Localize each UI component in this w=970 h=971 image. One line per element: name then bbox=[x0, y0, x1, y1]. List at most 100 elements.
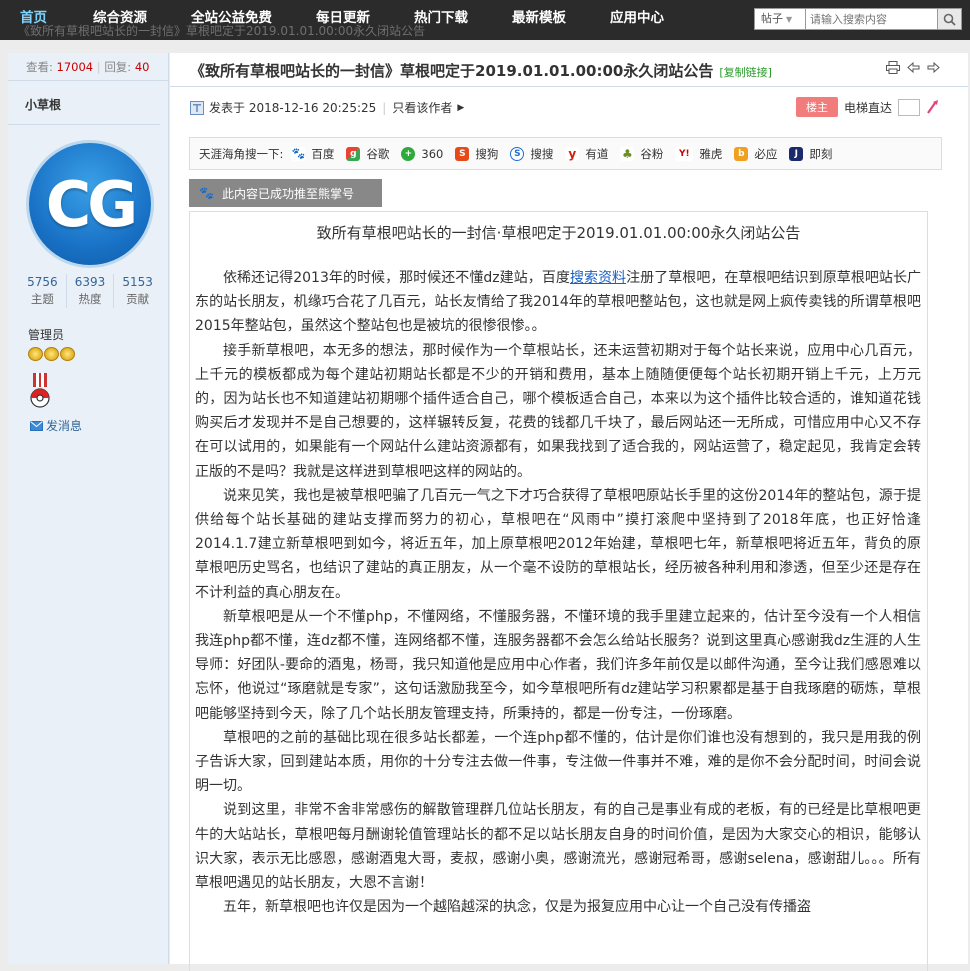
post-title-text: 《致所有草根吧站长的一封信》草根吧定于2019.01.01.00:00永久闭站公… bbox=[190, 62, 714, 80]
floor-controls: 楼主 电梯直达 bbox=[795, 97, 940, 117]
floor-badge: 楼主 bbox=[795, 97, 838, 117]
engine-sogou-label: 搜狗 bbox=[475, 146, 499, 161]
paragraph: 说来见笑，我也是被草根吧骗了几百元一气之下才巧合获得了草根吧原站长手里的这份20… bbox=[195, 487, 921, 601]
engine-google[interactable]: g 谷歌 bbox=[346, 146, 389, 162]
arrow-right-icon[interactable] bbox=[927, 61, 940, 74]
engine-soso[interactable]: S 搜搜 bbox=[510, 146, 553, 162]
count-heat-num: 6393 bbox=[74, 275, 106, 289]
search-button[interactable] bbox=[938, 8, 962, 30]
replies-label: 回复: bbox=[104, 60, 132, 74]
print-icon[interactable] bbox=[886, 61, 900, 74]
breadcrumb[interactable]: 《致所有草根吧站长的一封信》草根吧定于2019.01.01.00:00永久闭站公… bbox=[18, 22, 425, 39]
mail-icon bbox=[30, 420, 43, 431]
top-nav-bar: 首页 综合资源 全站公益免费 每日更新 热门下载 最新模板 应用中心 《致所有草… bbox=[0, 0, 970, 40]
google-icon: g bbox=[346, 146, 361, 161]
count-heat[interactable]: 6393 热度 bbox=[67, 274, 115, 308]
engine-sogou[interactable]: S 搜狗 bbox=[455, 146, 498, 162]
engine-youdao-label: 有道 bbox=[585, 146, 609, 161]
engine-jike[interactable]: J 即刻 bbox=[789, 146, 832, 162]
paw-icon: 🐾 bbox=[199, 186, 214, 200]
rank-stars bbox=[28, 347, 75, 361]
chevron-down-icon: ▼ bbox=[786, 15, 793, 24]
count-heat-label: 热度 bbox=[78, 292, 102, 306]
avatar-text: CG bbox=[45, 167, 138, 241]
nav-app-center[interactable]: 应用中心 bbox=[588, 0, 686, 38]
search-engines-label: 天涯海角搜一下: bbox=[199, 146, 284, 161]
push-button-label: 此内容已成功推至熊掌号 bbox=[221, 186, 354, 201]
search-box: 帖子 ▼ bbox=[754, 8, 962, 30]
gufen-icon: ♣ bbox=[620, 146, 635, 161]
engine-360[interactable]: +360 bbox=[401, 146, 444, 161]
elevator-label: 电梯直达 bbox=[843, 100, 892, 115]
star-icon bbox=[60, 347, 75, 361]
floor-input[interactable] bbox=[898, 98, 920, 116]
author-sidebar: 查看: 17004 | 回复: 40 小草根 CG 5756 主题 6393 热度 … bbox=[8, 53, 169, 964]
search-type-select[interactable]: 帖子 ▼ bbox=[754, 8, 806, 30]
article-title: 致所有草根吧站长的一封信·草根吧定于2019.01.01.00:00永久闭站公告 bbox=[316, 224, 801, 242]
post-content: 致所有草根吧站长的一封信·草根吧定于2019.01.01.00:00永久闭站公告… bbox=[189, 211, 928, 971]
views-label: 查看: bbox=[26, 60, 53, 74]
send-message-link[interactable]: 发消息 bbox=[30, 417, 82, 434]
copy-link[interactable]: [复制链接] bbox=[719, 66, 772, 79]
engine-yahoo-label: 雅虎 bbox=[699, 146, 723, 161]
post-type-icon bbox=[190, 100, 204, 115]
post-title: 《致所有草根吧站长的一封信》草根吧定于2019.01.01.00:00永久闭站公… bbox=[190, 60, 772, 81]
search-icon bbox=[943, 13, 956, 26]
search-engines-bar: 天涯海角搜一下: 🐾 百度 g 谷歌 +360 S 搜狗 S 搜搜 y 有道 ♣ 谷粉 Y!… bbox=[189, 137, 942, 170]
engine-bing[interactable]: b 必应 bbox=[734, 146, 777, 162]
author-name[interactable]: 小草根 bbox=[8, 81, 160, 125]
engine-baidu[interactable]: 🐾 百度 bbox=[291, 146, 334, 162]
engine-yahoo[interactable]: Y! 雅虎 bbox=[675, 146, 722, 162]
divider: | bbox=[382, 100, 387, 115]
count-contribution-label: 贡献 bbox=[126, 292, 150, 306]
paragraph: 新草根吧是从一个不懂php，不懂网络，不懂服务器，不懂环境的我手里建立起来的，估… bbox=[195, 608, 921, 722]
engine-baidu-label: 百度 bbox=[311, 146, 335, 161]
article-body: 依稀还记得2013年的时候，那时候还不懂dz建站，百度搜索资料注册了草根吧，在草… bbox=[190, 266, 927, 919]
yahoo-icon: Y! bbox=[675, 146, 694, 161]
bing-icon: b bbox=[734, 146, 749, 161]
count-threads[interactable]: 5756 主题 bbox=[19, 274, 67, 308]
post-main: 《致所有草根吧站长的一封信》草根吧定于2019.01.01.00:00永久闭站公… bbox=[170, 53, 968, 971]
paragraph: 五年，新草根吧也许仅是因为一个越陷越深的执念，仅是为报复应用中心让一个自己没有传… bbox=[223, 899, 811, 916]
paragraph: 接手新草根吧，本无多的想法，那时候作为一个草根站长，还未运营初期对于每个站长来说… bbox=[195, 342, 921, 480]
replies-count: 40 bbox=[134, 60, 150, 74]
search-input[interactable] bbox=[806, 8, 938, 30]
avatar[interactable]: CG bbox=[29, 143, 151, 265]
engine-bing-label: 必应 bbox=[754, 146, 778, 161]
search-type-label: 帖子 bbox=[761, 12, 783, 25]
jump-icon[interactable] bbox=[926, 99, 940, 115]
title-actions bbox=[886, 61, 940, 74]
paragraph: 依稀还记得2013年的时候，那时候还不懂dz建站，百度搜索资料注册了草根吧，在草… bbox=[195, 266, 921, 339]
count-contribution-num: 5153 bbox=[122, 275, 153, 289]
engine-jike-label: 即刻 bbox=[809, 146, 833, 161]
count-threads-num: 5756 bbox=[27, 275, 58, 289]
engine-gufen-label: 谷粉 bbox=[640, 146, 664, 161]
youdao-icon: y bbox=[565, 146, 580, 161]
engine-soso-label: 搜搜 bbox=[530, 146, 554, 161]
soso-icon: S bbox=[510, 146, 525, 161]
search-resource-link[interactable]: 搜索资料 bbox=[570, 270, 626, 286]
count-contribution[interactable]: 5153 贡献 bbox=[114, 274, 161, 308]
arrow-left-icon[interactable] bbox=[907, 61, 920, 74]
author-only-link[interactable]: 只看该作者 bbox=[392, 99, 452, 116]
push-to-bear-paw-button[interactable]: 🐾 此内容已成功推至熊掌号 bbox=[189, 179, 382, 207]
views-count: 17004 bbox=[56, 60, 94, 74]
posted-at: 发表于 2018-12-16 20:25:25 bbox=[209, 101, 377, 115]
360-icon: + bbox=[401, 146, 416, 161]
author-counts: 5756 主题 6393 热度 5153 贡献 bbox=[19, 274, 161, 308]
engine-360-label: 360 bbox=[421, 146, 444, 161]
engine-gufen[interactable]: ♣ 谷粉 bbox=[620, 146, 663, 162]
engine-youdao[interactable]: y 有道 bbox=[565, 146, 608, 162]
star-icon bbox=[44, 347, 59, 361]
user-role[interactable]: 管理员 bbox=[28, 326, 64, 343]
jike-icon: J bbox=[789, 146, 804, 161]
engine-google-label: 谷歌 bbox=[366, 146, 390, 161]
thread-stats: 查看: 17004 | 回复: 40 bbox=[8, 53, 168, 81]
post-title-row: 《致所有草根吧站长的一封信》草根吧定于2019.01.01.00:00永久闭站公… bbox=[170, 53, 968, 87]
paragraph: 草根吧的之前的基础比现在很多站长都差，一个连php都不懂的，估计是你们谁也没有想… bbox=[195, 729, 921, 795]
count-threads-label: 主题 bbox=[30, 292, 54, 306]
send-message-label: 发消息 bbox=[46, 419, 83, 433]
nav-latest-templates[interactable]: 最新模板 bbox=[490, 0, 588, 38]
paragraph-text: 依稀还记得2013年的时候，那时候还不懂dz建站，百度 bbox=[223, 270, 570, 286]
baidu-icon: 🐾 bbox=[291, 146, 306, 161]
